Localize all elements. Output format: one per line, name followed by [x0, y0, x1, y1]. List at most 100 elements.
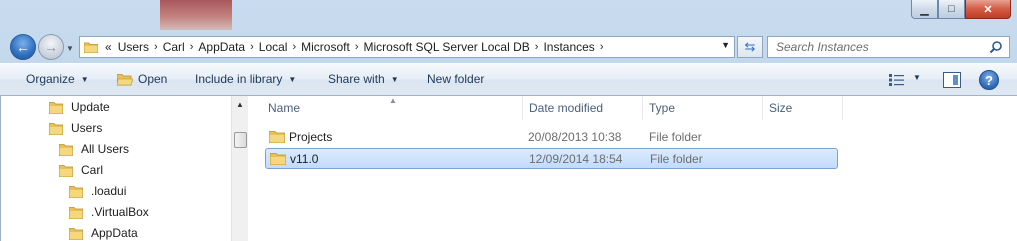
breadcrumb-separator-icon[interactable]: ›	[355, 41, 359, 53]
navigation-bar: ← → ▼ « Users › Carl › AppData › Local ›…	[0, 30, 1017, 63]
breadcrumb-item[interactable]: Microsoft	[301, 40, 350, 54]
close-button[interactable]: ✕	[965, 0, 1011, 19]
folder-icon	[49, 122, 65, 135]
refresh-icon: ⇆	[744, 39, 756, 54]
file-date-modified: 12/09/2014 18:54	[529, 151, 623, 166]
breadcrumb-item[interactable]: Carl	[163, 40, 185, 54]
organize-label: Organize	[26, 72, 75, 86]
minimize-button[interactable]: ▁	[911, 0, 938, 19]
chevron-down-icon: ▼	[390, 74, 399, 84]
view-options-dropdown-icon[interactable]: ▼	[913, 73, 921, 82]
file-row[interactable]: v11.0 12/09/2014 18:54 File folder	[265, 148, 838, 169]
tree-item[interactable]: AppData	[69, 223, 138, 241]
tree-item-label: Update	[71, 100, 110, 114]
search-box	[767, 36, 1010, 58]
column-header-label: Size	[769, 101, 793, 115]
new-folder-label: New folder	[427, 72, 485, 86]
include-in-library-label: Include in library	[195, 72, 283, 86]
tree-item-label: Users	[71, 121, 103, 135]
column-header-label: Date modified	[529, 101, 604, 115]
breadcrumb-separator-icon[interactable]: ›	[190, 41, 194, 53]
breadcrumb-item[interactable]: Instances	[543, 40, 594, 54]
file-type: File folder	[650, 151, 703, 166]
folder-icon	[69, 227, 85, 240]
back-button[interactable]: ←	[10, 34, 36, 60]
share-with-label: Share with	[328, 72, 385, 86]
column-header-date-modified[interactable]: Date modified	[523, 96, 643, 120]
tree-item-label: .VirtualBox	[91, 205, 149, 219]
tree-item-label: All Users	[81, 142, 130, 156]
breadcrumb-item[interactable]: AppData	[198, 40, 245, 54]
forward-button[interactable]: →	[38, 34, 64, 60]
folder-icon	[83, 41, 99, 54]
chevron-down-icon: ▼	[80, 74, 89, 84]
breadcrumb-separator-icon[interactable]: ›	[535, 41, 539, 53]
file-date-modified: 20/08/2013 10:38	[528, 129, 622, 144]
explorer-content: Update Users All Users Carl .loadui .VirtualB…	[0, 96, 1017, 241]
folder-icon	[59, 164, 75, 177]
scrollbar-thumb[interactable]	[234, 132, 247, 148]
window-controls: ▁ □ ✕	[911, 0, 1011, 19]
arrow-left-icon: ←	[16, 39, 30, 55]
column-header-label: Name	[268, 101, 301, 115]
include-in-library-button[interactable]: Include in library ▼	[195, 72, 296, 86]
open-button[interactable]: Open	[117, 72, 167, 86]
share-with-button[interactable]: Share with ▼	[328, 72, 399, 86]
breadcrumb-separator-icon[interactable]: ›	[154, 41, 158, 53]
address-bar[interactable]: « Users › Carl › AppData › Local › Micro…	[79, 36, 735, 58]
recent-locations-dropdown[interactable]: ▼	[66, 44, 74, 53]
file-type: File folder	[649, 129, 702, 144]
tree-item-label: Carl	[81, 163, 104, 177]
file-name: Projects	[289, 129, 333, 144]
folder-icon	[59, 143, 75, 156]
tree-item-label: .loadui	[91, 184, 127, 198]
column-header-label: Type	[649, 101, 676, 115]
navigation-pane: Update Users All Users Carl .loadui .VirtualB…	[1, 96, 231, 241]
title-bar: ▁ □ ✕	[0, 0, 1017, 30]
navigation-pane-scrollbar[interactable]: ▲	[231, 96, 248, 241]
folder-icon	[69, 185, 85, 198]
tree-item[interactable]: .loadui	[69, 181, 126, 201]
breadcrumb: Users › Carl › AppData › Local › Microso…	[118, 40, 609, 54]
maximize-button[interactable]: □	[938, 0, 965, 19]
change-view-icon[interactable]	[889, 73, 905, 87]
chevron-down-icon: ▼	[288, 74, 297, 84]
tree-item[interactable]: .VirtualBox	[69, 202, 149, 222]
command-bar: Organize ▼ Open Include in library ▼ Sha…	[0, 63, 1017, 96]
breadcrumb-item[interactable]: Users	[118, 40, 149, 54]
organize-button[interactable]: Organize ▼	[26, 72, 89, 86]
search-icon[interactable]	[989, 40, 1003, 54]
tree-item[interactable]: Users	[49, 118, 102, 138]
arrow-right-icon: →	[44, 39, 58, 55]
new-folder-button[interactable]: New folder	[427, 72, 484, 86]
open-folder-icon	[117, 73, 133, 86]
breadcrumb-separator-icon[interactable]: ›	[600, 41, 604, 53]
folder-icon	[69, 206, 85, 219]
breadcrumb-item[interactable]: Local	[259, 40, 288, 54]
breadcrumb-separator-icon[interactable]: ›	[292, 41, 296, 53]
column-header-type[interactable]: Type	[643, 96, 763, 120]
search-input[interactable]	[768, 37, 983, 57]
refresh-button[interactable]: ⇆	[737, 36, 763, 58]
tree-item-label: AppData	[91, 226, 138, 240]
desktop-background-fragment	[160, 0, 232, 30]
tree-item[interactable]: All Users	[59, 139, 129, 159]
sort-ascending-icon: ▲	[389, 96, 397, 105]
folder-icon	[270, 149, 286, 168]
breadcrumb-separator-icon[interactable]: ›	[250, 41, 254, 53]
column-header-size[interactable]: Size	[763, 96, 843, 120]
scroll-up-arrow-icon[interactable]: ▲	[236, 100, 244, 109]
folder-icon	[49, 101, 65, 114]
folder-icon	[269, 127, 285, 146]
tree-item[interactable]: Update	[49, 97, 110, 117]
breadcrumb-item[interactable]: Microsoft SQL Server Local DB	[363, 40, 529, 54]
open-label: Open	[138, 72, 168, 86]
file-name: v11.0	[290, 151, 319, 166]
preview-pane-icon[interactable]	[943, 72, 961, 88]
address-history-dropdown-icon[interactable]: ▼	[721, 40, 730, 50]
tree-item[interactable]: Carl	[59, 160, 103, 180]
help-icon[interactable]: ?	[979, 70, 999, 90]
file-list: Name ▲ Date modified Type Size Projects …	[248, 96, 1017, 241]
breadcrumb-overflow[interactable]: «	[105, 40, 112, 54]
file-row[interactable]: Projects 20/08/2013 10:38 File folder	[265, 127, 838, 148]
